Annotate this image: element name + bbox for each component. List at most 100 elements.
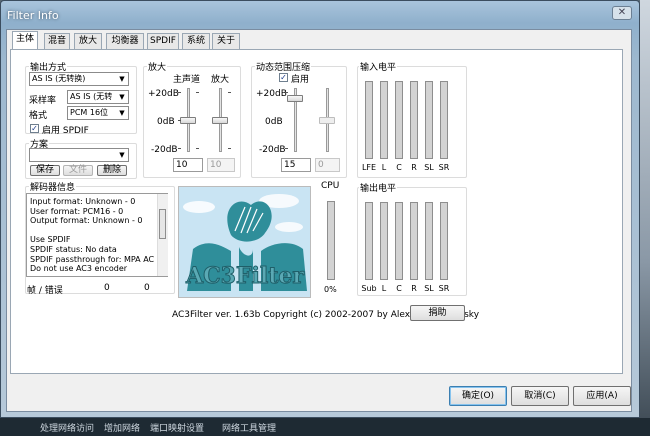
gain-value-input[interactable]: 10	[207, 158, 235, 172]
decoder-info-line: User format: PCM16 - 0	[30, 206, 124, 216]
logo-wordmark: AC3Filter	[185, 263, 304, 289]
decoder-info-title: 解码器信息	[29, 180, 77, 193]
slider-tick	[285, 148, 288, 149]
drc-enable-label: 启用	[291, 75, 310, 85]
level-meter-c	[395, 202, 403, 280]
slider-tick	[285, 92, 288, 93]
chevron-down-icon: ▼	[119, 109, 125, 117]
donate-button[interactable]: 捐助	[410, 305, 465, 321]
input-levels-title: 输入电平	[359, 60, 398, 73]
cpu-value: 0%	[324, 285, 337, 294]
tab-main[interactable]: 主体	[12, 31, 38, 50]
level-meter-label: C	[396, 163, 402, 172]
master-slider-thumb[interactable]	[180, 116, 196, 124]
drc-value-input[interactable]: 15	[281, 158, 311, 172]
level-meter-lfe	[365, 81, 373, 159]
level-meter-c	[395, 81, 403, 159]
master-label: 主声道	[173, 75, 201, 85]
decoder-info-line: SPDIF status: No data	[30, 244, 117, 254]
level-meter-r	[410, 202, 418, 280]
decoder-info-line: SPDIF passthrough for: MPA AC	[30, 254, 155, 264]
slider-tick	[196, 148, 199, 149]
ac3filter-logo: AC3Filter	[178, 186, 311, 298]
taskbar-item[interactable]: 处理网络访问	[40, 421, 94, 434]
cpu-title: CPU	[321, 181, 340, 191]
taskbar-item[interactable]: 增加网络	[104, 421, 140, 434]
decoder-info-line: Do not use AC3 encoder	[30, 264, 128, 274]
slider-tick	[178, 148, 181, 149]
master-value-input[interactable]: 10	[173, 158, 203, 172]
chevron-down-icon: ▼	[119, 93, 125, 101]
tab-equalizer[interactable]: 均衡器	[106, 33, 144, 49]
level-meter-sl	[425, 202, 433, 280]
level-meter-label: SL	[424, 163, 434, 172]
taskbar: 处理网络访问 增加网络 端口映射设置 网络工具管理	[0, 418, 650, 436]
slider-tick	[178, 92, 181, 93]
gain-slider-thumb[interactable]	[212, 116, 228, 124]
level-meter-label: SR	[438, 284, 450, 293]
drc-slider-thumb[interactable]	[287, 95, 303, 103]
close-icon: ✕	[617, 7, 627, 18]
desktop-background-right	[640, 0, 650, 436]
gain-label: 放大	[211, 75, 230, 85]
tab-system[interactable]: 系统	[182, 33, 210, 49]
level-meter-label: SL	[424, 284, 434, 293]
sample-rate-value: AS IS (无转	[70, 92, 113, 101]
drc-scale-bottom: -20dB	[259, 145, 286, 155]
drc-enable-checkbox[interactable]: ✓	[279, 73, 288, 82]
gain-scale-bottom: -20dB	[151, 145, 178, 155]
tab-about[interactable]: 关于	[212, 33, 240, 49]
frames-errors-label: 帧 / 错误	[27, 286, 63, 296]
window-title: Filter Info	[7, 9, 59, 22]
level-meter-sl	[425, 81, 433, 159]
ok-button[interactable]: 确定(O)	[449, 386, 507, 406]
level-meter-r	[410, 81, 418, 159]
decoder-info-text: Input format: Unknown - 0 User format: PC…	[26, 193, 168, 277]
decoder-info-line	[30, 226, 167, 236]
gain-title: 放大	[147, 60, 168, 73]
delete-preset-button[interactable]: 删除	[97, 165, 127, 176]
level-meter-label: Sub	[361, 284, 377, 293]
level-meter-label: R	[411, 284, 417, 293]
decoder-info-line: Use SPDIF	[30, 235, 71, 245]
drc-value2-input[interactable]: 0	[315, 158, 340, 172]
scrollbar-thumb[interactable]	[159, 209, 166, 239]
drc-scale-mid: 0dB	[265, 117, 283, 127]
output-format-value: AS IS (无转换)	[32, 74, 86, 83]
level-meter-label: C	[396, 284, 402, 293]
decoder-info-line: Output format: Unknown - 0	[30, 216, 143, 226]
level-meter-sub	[365, 202, 373, 280]
tab-mixer[interactable]: 混音	[44, 33, 70, 49]
gain-scale-mid: 0dB	[157, 117, 175, 127]
level-meter-sr	[440, 81, 448, 159]
spdif-checkbox[interactable]: ✓	[30, 124, 39, 133]
taskbar-item[interactable]: 端口映射设置	[150, 421, 204, 434]
slider-tick	[196, 92, 199, 93]
slider-tick	[178, 120, 181, 121]
format-label: 格式	[29, 111, 48, 121]
errors-count: 0	[144, 283, 150, 293]
drc-scale-top: +20dB	[256, 89, 287, 99]
cancel-button[interactable]: 取消(C)	[511, 386, 569, 406]
tab-gain[interactable]: 放大	[74, 33, 102, 49]
drc-level-slider-thumb[interactable]	[319, 116, 335, 124]
output-format-select[interactable]: AS IS (无转换) ▼	[29, 72, 129, 86]
taskbar-item[interactable]: 网络工具管理	[222, 421, 276, 434]
apply-button[interactable]: 应用(A)	[573, 386, 631, 406]
output-levels-title: 输出电平	[359, 181, 398, 194]
chevron-down-icon: ▼	[119, 151, 125, 159]
level-meter-l	[380, 202, 388, 280]
bit-format-value: PCM 16位	[70, 108, 109, 117]
gain-scale-top: +20dB	[148, 89, 179, 99]
save-preset-button[interactable]: 保存	[30, 165, 60, 176]
tab-spdif[interactable]: SPDIF	[147, 33, 179, 49]
preset-select[interactable]: ▼	[29, 148, 129, 162]
chevron-down-icon: ▼	[119, 75, 125, 83]
bit-format-select[interactable]: PCM 16位 ▼	[67, 106, 129, 120]
close-button[interactable]: ✕	[612, 6, 632, 20]
file-preset-button[interactable]: 文件	[63, 165, 93, 176]
decoder-info-line: Input format: Unknown - 0	[30, 197, 136, 206]
level-meter-label: R	[411, 163, 417, 172]
sample-rate-select[interactable]: AS IS (无转 ▼	[67, 90, 129, 104]
decoder-info-scrollbar[interactable]	[157, 194, 168, 276]
